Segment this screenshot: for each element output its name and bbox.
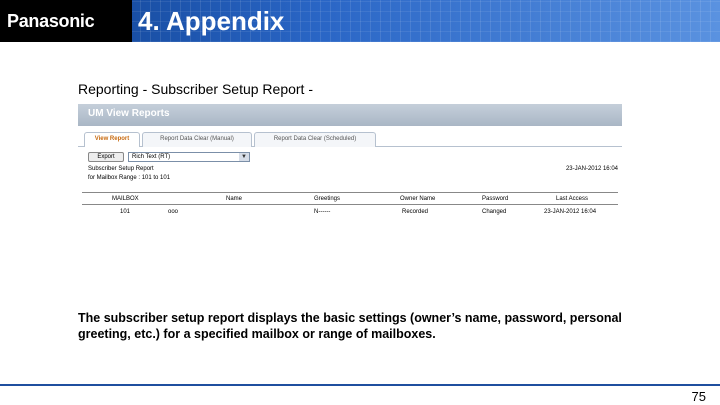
tab-view-report[interactable]: View Report bbox=[84, 132, 140, 147]
table-cell-last-access: 23-JAN-2012 16:04 bbox=[544, 209, 597, 215]
chevron-down-icon: ▼ bbox=[239, 153, 249, 161]
tab-report-data-clear-scheduled[interactable]: Report Data Clear (Scheduled) bbox=[254, 132, 376, 147]
table-cell-owner-name: Recorded bbox=[402, 209, 429, 215]
slide-header: Panasonic 4. Appendix bbox=[0, 0, 720, 42]
description-text: The subscriber setup report displays the… bbox=[78, 311, 622, 341]
format-select-value: Rich Text (RT) bbox=[132, 154, 171, 160]
table-top-rule bbox=[82, 192, 618, 193]
tab-report-data-clear-manual[interactable]: Report Data Clear (Manual) bbox=[142, 132, 252, 147]
table-header-rule bbox=[82, 204, 618, 205]
panasonic-logo: Panasonic bbox=[7, 11, 95, 31]
report-screenshot: UM View Reports View Report Report Data … bbox=[78, 104, 622, 220]
table-cell-name: ooo bbox=[168, 209, 179, 215]
table-cell-mailbox: 101 bbox=[120, 209, 131, 215]
report-tabs: View Report Report Data Clear (Manual) R… bbox=[78, 132, 622, 147]
table-cell-greetings: N------ bbox=[314, 209, 331, 215]
footer-rule bbox=[0, 384, 720, 386]
logo-box: Panasonic bbox=[0, 0, 132, 42]
column-header-name: Name bbox=[226, 196, 243, 202]
report-name: Subscriber Setup Report bbox=[88, 166, 154, 172]
table-cell-password: Changed bbox=[482, 209, 507, 215]
section-subtitle: Reporting - Subscriber Setup Report - bbox=[78, 81, 313, 97]
report-timestamp: 23-JAN-2012 16:04 bbox=[565, 166, 618, 172]
column-header-mailbox: MAILBOX bbox=[112, 196, 139, 202]
window-titlebar: UM View Reports bbox=[78, 104, 622, 126]
page-number: 75 bbox=[691, 389, 706, 404]
column-header-password: Password bbox=[482, 196, 509, 202]
slide-title: 4. Appendix bbox=[138, 6, 285, 36]
column-header-greetings: Greetings bbox=[314, 196, 341, 202]
column-header-last-access: Last Access bbox=[556, 196, 589, 202]
format-select[interactable]: Rich Text (RT) ▼ bbox=[128, 152, 250, 162]
column-header-owner-name: Owner Name bbox=[400, 196, 436, 202]
window-title: UM View Reports bbox=[88, 108, 170, 119]
export-button[interactable]: Export bbox=[88, 152, 124, 162]
mailbox-range: for Mailbox Range : 101 to 101 bbox=[88, 175, 171, 181]
